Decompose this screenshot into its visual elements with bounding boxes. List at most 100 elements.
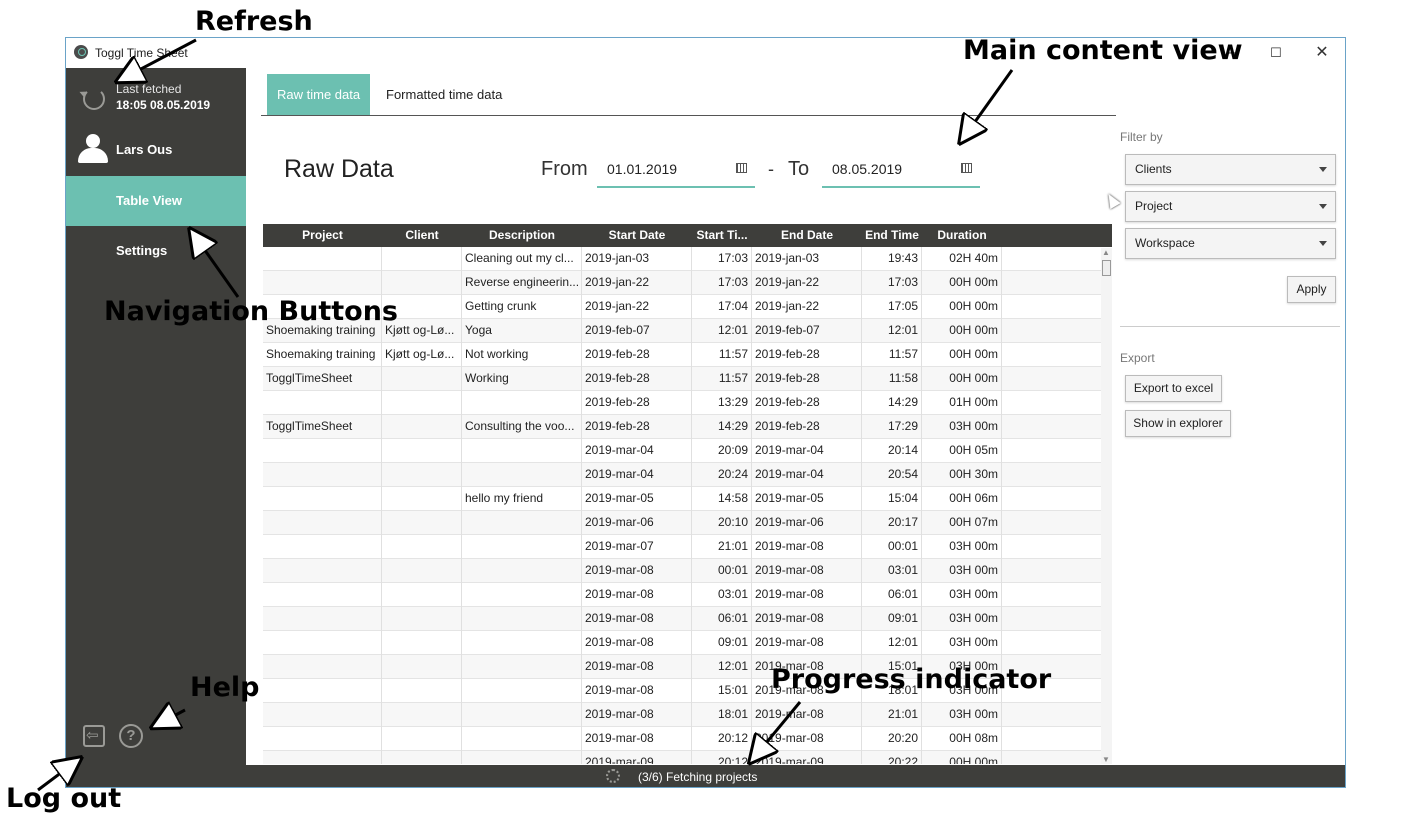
table-cell: 2019-feb-28: [582, 343, 692, 367]
export-to-excel-button[interactable]: Export to excel: [1125, 375, 1222, 402]
table-row[interactable]: 2019-mar-08 03:01 2019-mar-08 06:01 03H 00m: [263, 583, 1101, 607]
scroll-down-icon[interactable]: ▼: [1102, 755, 1110, 764]
table-cell: 2019-mar-05: [752, 487, 862, 511]
table-cell: 2019-jan-22: [582, 295, 692, 319]
logout-icon[interactable]: [83, 725, 105, 747]
user-name: Lars Ous: [116, 142, 173, 157]
last-fetched-label: Last fetched: [116, 82, 182, 96]
column-header[interactable]: End Date: [752, 224, 862, 247]
apply-button[interactable]: Apply: [1287, 276, 1336, 303]
maximize-button[interactable]: ☐: [1258, 42, 1294, 64]
table-cell: [382, 607, 462, 631]
tab-raw-time-data[interactable]: Raw time data: [267, 74, 371, 115]
table-cell: 21:01: [862, 703, 922, 727]
table-cell: 21:01: [692, 535, 752, 559]
table-cell: 20:54: [862, 463, 922, 487]
table-cell: 20:20: [862, 727, 922, 751]
table-cell: [382, 655, 462, 679]
table-row[interactable]: 2019-mar-08 00:01 2019-mar-08 03:01 03H 00m: [263, 559, 1101, 583]
table-header: Project Client Description Start Date Start …: [263, 224, 1112, 247]
table-cell: 20:09: [692, 439, 752, 463]
table-row[interactable]: Cleaning out my cl... 2019-jan-03 17:03 201…: [263, 247, 1101, 271]
table-cell: 00H 00m: [922, 343, 1002, 367]
table-cell: [462, 655, 582, 679]
column-header[interactable]: Start Ti...: [692, 224, 752, 247]
table-cell: [382, 583, 462, 607]
calendar-icon[interactable]: [961, 163, 972, 173]
table-cell: [382, 463, 462, 487]
table-cell: 2019-mar-09: [582, 751, 692, 764]
help-icon[interactable]: ?: [119, 724, 143, 748]
table-row[interactable]: TogglTimeSheet Consulting the voo... 2019-…: [263, 415, 1101, 439]
table-row[interactable]: 2019-feb-28 13:29 2019-feb-28 14:29 01H 00m: [263, 391, 1101, 415]
table-row[interactable]: 2019-mar-08 06:01 2019-mar-08 09:01 03H 00m: [263, 607, 1101, 631]
table-cell: 2019-jan-22: [582, 271, 692, 295]
table-cell: 06:01: [862, 583, 922, 607]
table-cell: 00H 06m: [922, 487, 1002, 511]
annotation-help: Help: [190, 672, 260, 703]
app-icon: [74, 45, 88, 59]
column-header[interactable]: Project: [263, 224, 382, 247]
column-header[interactable]: Client: [382, 224, 462, 247]
column-header[interactable]: End Time: [862, 224, 922, 247]
table-cell: 2019-mar-08: [752, 703, 862, 727]
project-dropdown[interactable]: Project: [1125, 191, 1336, 222]
scroll-up-icon[interactable]: ▲: [1102, 248, 1110, 257]
table-cell: 03H 00m: [922, 535, 1002, 559]
table-row[interactable]: 2019-mar-08 20:12 2019-mar-08 20:20 00H 08m: [263, 727, 1101, 751]
table-cell: [462, 679, 582, 703]
table-row[interactable]: 2019-mar-09 20:12 2019-mar-09 20:22 00H 00m: [263, 751, 1101, 764]
table-cell: 12:01: [692, 319, 752, 343]
annotation-main-content: Main content view: [963, 35, 1243, 66]
workspace-dropdown[interactable]: Workspace: [1125, 228, 1336, 259]
table-row[interactable]: TogglTimeSheet Working 2019-feb-28 11:57 201…: [263, 367, 1101, 391]
table-cell: 03H 00m: [922, 607, 1002, 631]
table-cell: Yoga: [462, 319, 582, 343]
column-header[interactable]: Start Date: [582, 224, 692, 247]
refresh-icon[interactable]: [83, 88, 105, 110]
tab-formatted-time-data[interactable]: Formatted time data: [376, 74, 512, 115]
table-cell: 2019-mar-08: [752, 535, 862, 559]
table-cell: 2019-mar-08: [582, 583, 692, 607]
table-cell: [462, 703, 582, 727]
from-date-picker[interactable]: 01.01.2019: [597, 154, 755, 188]
close-button[interactable]: ✕: [1304, 42, 1340, 64]
table-cell: 20:14: [862, 439, 922, 463]
table-row[interactable]: Shoemaking training Kjøtt og-Lø... Not wor…: [263, 343, 1101, 367]
table-cell: [382, 511, 462, 535]
to-date-picker[interactable]: 08.05.2019: [822, 154, 980, 188]
table-cell: 15:04: [862, 487, 922, 511]
calendar-icon[interactable]: [736, 163, 747, 173]
table-row[interactable]: 2019-mar-06 20:10 2019-mar-06 20:17 00H 07m: [263, 511, 1101, 535]
table-cell: 2019-jan-03: [752, 247, 862, 271]
table-row[interactable]: hello my friend 2019-mar-05 14:58 2019-mar-…: [263, 487, 1101, 511]
table-row[interactable]: 2019-mar-07 21:01 2019-mar-08 00:01 03H 00m: [263, 535, 1101, 559]
table-scrollbar[interactable]: ▲ ▼: [1101, 248, 1112, 764]
column-header[interactable]: Duration: [922, 224, 1002, 247]
clients-dropdown[interactable]: Clients: [1125, 154, 1336, 185]
table-cell: [382, 247, 462, 271]
nav-table-view[interactable]: Table View: [66, 176, 246, 226]
chevron-down-icon: [1319, 167, 1327, 172]
show-in-explorer-button[interactable]: Show in explorer: [1125, 410, 1231, 437]
table-cell: 2019-mar-05: [582, 487, 692, 511]
table-cell: hello my friend: [462, 487, 582, 511]
table-row[interactable]: Reverse engineerin... 2019-jan-22 17:03 201…: [263, 271, 1101, 295]
table-cell: 2019-mar-04: [752, 463, 862, 487]
table-row[interactable]: 2019-mar-08 18:01 2019-mar-08 21:01 03H 00m: [263, 703, 1101, 727]
scroll-thumb[interactable]: [1102, 260, 1111, 276]
column-header[interactable]: Description: [462, 224, 582, 247]
refresh-button[interactable]: Last fetched 18:05 08.05.2019: [66, 76, 246, 126]
table-cell: 2019-feb-28: [752, 367, 862, 391]
table-row[interactable]: 2019-mar-04 20:24 2019-mar-04 20:54 00H 30m: [263, 463, 1101, 487]
nav-settings[interactable]: Settings: [66, 226, 246, 276]
table-cell: 00H 00m: [922, 295, 1002, 319]
tab-bar: Raw time data Formatted time data: [261, 74, 1116, 116]
table-cell: Shoemaking training: [263, 343, 382, 367]
table-row[interactable]: 2019-mar-04 20:09 2019-mar-04 20:14 00H 05m: [263, 439, 1101, 463]
table-cell: 2019-feb-28: [582, 391, 692, 415]
table-cell: [263, 463, 382, 487]
table-cell: [382, 559, 462, 583]
table-row[interactable]: 2019-mar-08 09:01 2019-mar-08 12:01 03H 00m: [263, 631, 1101, 655]
progress-spinner-icon: [606, 769, 620, 783]
